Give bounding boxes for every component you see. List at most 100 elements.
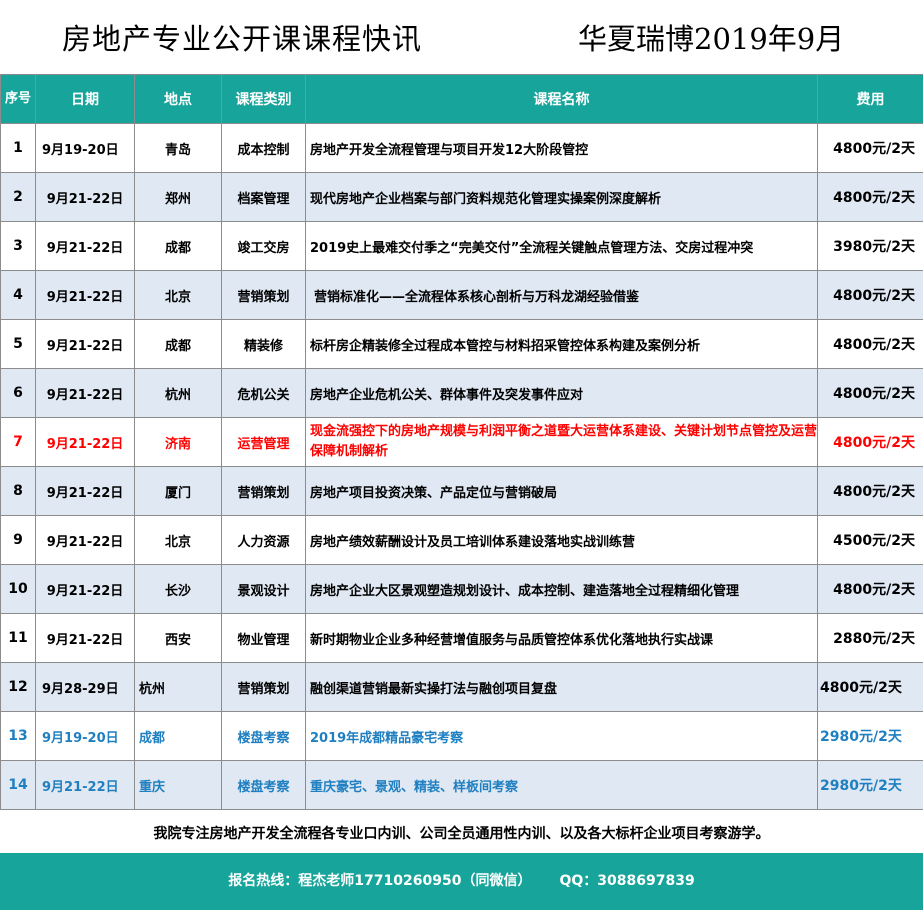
page-subtitle: 华夏瑞博2019年9月 — [578, 22, 845, 56]
header-city: 地点 — [134, 74, 222, 124]
row-type: 景观设计 — [221, 564, 306, 614]
row-fee: 4800元/2天 — [817, 172, 923, 222]
row-city: 北京 — [134, 515, 222, 565]
table-row: 8 9月21-22日 厦门 营销策划 房地产项目投资决策、产品定位与营销破局 4… — [0, 466, 923, 516]
qq-text: QQ：3088697839 — [559, 873, 695, 889]
row-date: 9月21-22日 — [35, 613, 135, 663]
header-date: 日期 — [35, 74, 135, 124]
row-fee: 4800元/2天 — [817, 368, 923, 418]
row-city: 成都 — [134, 319, 222, 369]
row-type: 营销策划 — [221, 270, 306, 320]
row-city: 杭州 — [134, 368, 222, 418]
row-seq: 14 — [0, 760, 36, 810]
table-row-tour: 14 9月21-22日 重庆 楼盘考察 重庆豪宅、景观、精装、样板间考察 298… — [0, 760, 923, 810]
header-seq: 序号 — [0, 74, 36, 124]
header-name: 课程名称 — [305, 74, 818, 124]
row-seq: 7 — [0, 417, 36, 467]
row-fee: 3980元/2天 — [817, 221, 923, 271]
row-seq: 3 — [0, 221, 36, 271]
row-city: 杭州 — [134, 662, 222, 712]
row-name: 现代房地产企业档案与部门资料规范化管理实操案例深度解析 — [305, 172, 818, 222]
row-city: 成都 — [134, 711, 222, 761]
title-bar: 房地产专业公开课课程快讯 华夏瑞博2019年9月 — [0, 0, 923, 75]
row-seq: 6 — [0, 368, 36, 418]
row-type: 人力资源 — [221, 515, 306, 565]
row-city: 成都 — [134, 221, 222, 271]
row-seq: 9 — [0, 515, 36, 565]
row-fee: 4500元/2天 — [817, 515, 923, 565]
row-type: 营销策划 — [221, 662, 306, 712]
row-seq: 12 — [0, 662, 36, 712]
row-city: 厦门 — [134, 466, 222, 516]
row-name: 2019史上最难交付季之“完美交付”全流程关键触点管理方法、交房过程冲突 — [305, 221, 818, 271]
header-fee: 费用 — [817, 74, 923, 124]
row-name: 现金流强控下的房地产规模与利润平衡之道暨大运营体系建设、关键计划节点管控及运营保… — [305, 417, 818, 467]
row-seq: 4 — [0, 270, 36, 320]
row-name: 新时期物业企业多种经营增值服务与品质管控体系优化落地执行实战课 — [305, 613, 818, 663]
row-date: 9月21-22日 — [35, 368, 135, 418]
row-date: 9月21-22日 — [35, 319, 135, 369]
row-city: 郑州 — [134, 172, 222, 222]
row-name: 房地产开发全流程管理与项目开发12大阶段管控 — [305, 123, 818, 173]
row-fee: 4800元/2天 — [817, 466, 923, 516]
table-row: 9 9月21-22日 北京 人力资源 房地产绩效薪酬设计及员工培训体系建设落地实… — [0, 515, 923, 565]
row-name: 2019年成都精品豪宅考察 — [305, 711, 818, 761]
row-date: 9月21-22日 — [35, 221, 135, 271]
row-date: 9月21-22日 — [35, 760, 135, 810]
row-seq: 10 — [0, 564, 36, 614]
row-fee: 4800元/2天 — [817, 662, 923, 712]
row-fee: 4800元/2天 — [817, 123, 923, 173]
row-type: 档案管理 — [221, 172, 306, 222]
row-date: 9月21-22日 — [35, 466, 135, 516]
row-name: 房地产项目投资决策、产品定位与营销破局 — [305, 466, 818, 516]
row-city: 北京 — [134, 270, 222, 320]
row-city: 青岛 — [134, 123, 222, 173]
table-row-tour: 13 9月19-20日 成都 楼盘考察 2019年成都精品豪宅考察 2980元/… — [0, 711, 923, 761]
table-row: 12 9月28-29日 杭州 营销策划 融创渠道营销最新实操打法与融创项目复盘 … — [0, 662, 923, 712]
row-fee: 2980元/2天 — [817, 760, 923, 810]
header-type: 课程类别 — [221, 74, 306, 124]
row-seq: 13 — [0, 711, 36, 761]
row-type: 楼盘考察 — [221, 711, 306, 761]
row-type: 楼盘考察 — [221, 760, 306, 810]
row-fee: 4800元/2天 — [817, 564, 923, 614]
row-type: 竣工交房 — [221, 221, 306, 271]
row-type: 危机公关 — [221, 368, 306, 418]
row-fee: 2880元/2天 — [817, 613, 923, 663]
row-fee: 4800元/2天 — [817, 417, 923, 467]
row-date: 9月28-29日 — [35, 662, 135, 712]
row-name: 融创渠道营销最新实操打法与融创项目复盘 — [305, 662, 818, 712]
table-row: 5 9月21-22日 成都 精装修 标杆房企精装修全过程成本管控与材料招采管控体… — [0, 319, 923, 369]
course-table: 序号 日期 地点 课程类别 课程名称 费用 1 9月19-20日 青岛 成本控制… — [0, 74, 923, 810]
row-seq: 11 — [0, 613, 36, 663]
footer-note: 我院专注房地产开发全流程各专业口内训、公司全员通用性内训、以及各大标杆企业项目考… — [0, 815, 923, 853]
row-fee: 4800元/2天 — [817, 319, 923, 369]
table-row: 1 9月19-20日 青岛 成本控制 房地产开发全流程管理与项目开发12大阶段管… — [0, 123, 923, 173]
row-name: 房地产企业危机公关、群体事件及突发事件应对 — [305, 368, 818, 418]
row-name: 营销标准化——全流程体系核心剖析与万科龙湖经验借鉴 — [305, 270, 818, 320]
row-date: 9月21-22日 — [35, 417, 135, 467]
row-city: 重庆 — [134, 760, 222, 810]
row-type: 精装修 — [221, 319, 306, 369]
row-date: 9月21-22日 — [35, 172, 135, 222]
hotline-text: 报名热线：程杰老师17710260950（同微信） — [228, 873, 532, 889]
row-fee: 2980元/2天 — [817, 711, 923, 761]
table-header-row: 序号 日期 地点 课程类别 课程名称 费用 — [0, 74, 923, 124]
row-date: 9月19-20日 — [35, 711, 135, 761]
row-type: 成本控制 — [221, 123, 306, 173]
row-date: 9月19-20日 — [35, 123, 135, 173]
table-row: 4 9月21-22日 北京 营销策划 营销标准化——全流程体系核心剖析与万科龙湖… — [0, 270, 923, 320]
row-city: 西安 — [134, 613, 222, 663]
row-date: 9月21-22日 — [35, 270, 135, 320]
row-type: 营销策划 — [221, 466, 306, 516]
row-date: 9月21-22日 — [35, 515, 135, 565]
page-title: 房地产专业公开课课程快讯 — [62, 22, 423, 56]
row-name: 重庆豪宅、景观、精装、样板间考察 — [305, 760, 818, 810]
row-city: 长沙 — [134, 564, 222, 614]
table-row: 3 9月21-22日 成都 竣工交房 2019史上最难交付季之“完美交付”全流程… — [0, 221, 923, 271]
row-name: 房地产绩效薪酬设计及员工培训体系建设落地实战训练营 — [305, 515, 818, 565]
table-row: 10 9月21-22日 长沙 景观设计 房地产企业大区景观塑造规划设计、成本控制… — [0, 564, 923, 614]
row-seq: 2 — [0, 172, 36, 222]
table-row-highlighted: 7 9月21-22日 济南 运营管理 现金流强控下的房地产规模与利润平衡之道暨大… — [0, 417, 923, 467]
row-seq: 5 — [0, 319, 36, 369]
